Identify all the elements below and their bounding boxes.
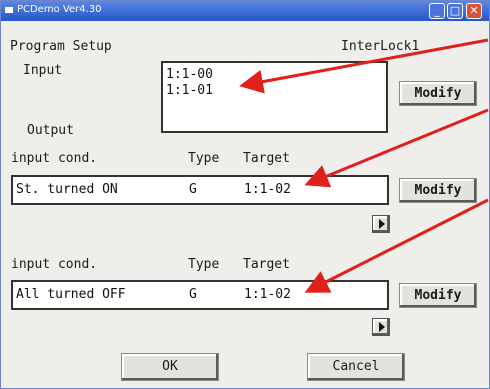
annotation-arrow-output-1 [304,108,489,188]
annotation-arrows [239,38,489,293]
annotation-arrow-input [239,38,489,94]
annotation-arrow-output-2 [304,198,489,293]
